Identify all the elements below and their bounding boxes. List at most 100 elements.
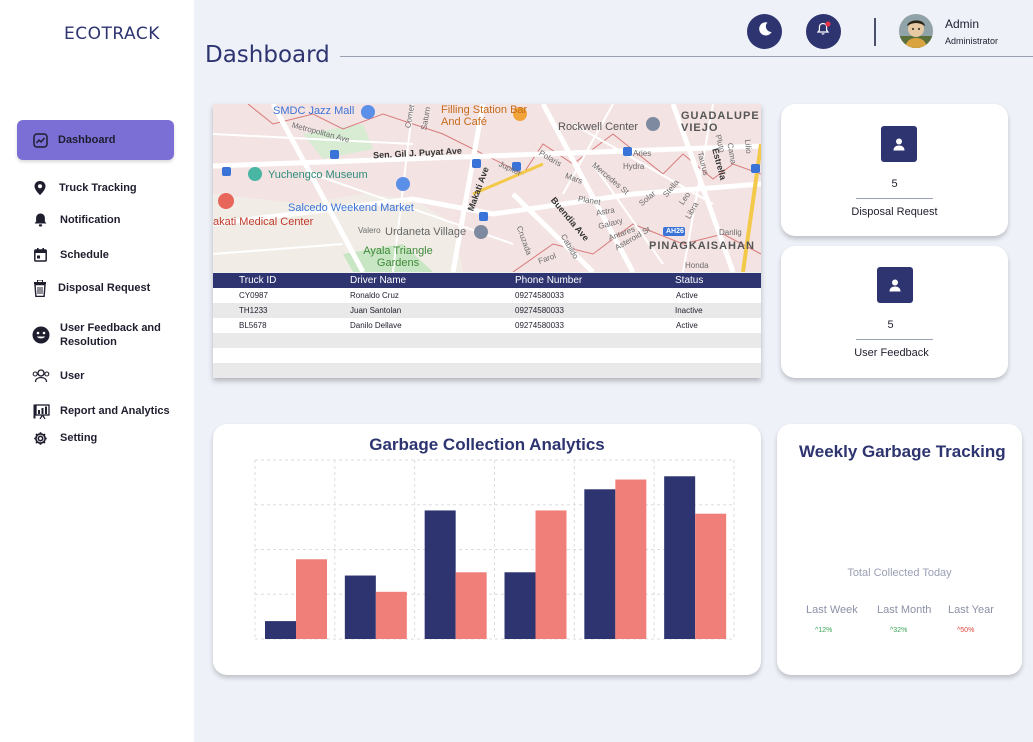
user-feedback-card[interactable]: 5 User Feedback <box>781 246 1008 378</box>
location-pin-icon <box>32 180 48 196</box>
map-label: Rockwell Center <box>558 121 639 133</box>
user-feedback-count: 5 <box>887 319 894 331</box>
sidebar-item-label: User Feedback and Resolution <box>60 322 161 348</box>
sidebar-item-report-analytics[interactable]: Report and Analytics <box>17 403 174 419</box>
table-cell: TH1233 <box>213 303 350 318</box>
bar-series-2-5[interactable] <box>615 479 647 639</box>
table-row[interactable]: TH1233 Juan Santolan 09274580033 Inactiv… <box>213 303 761 318</box>
page-title: Dashboard <box>205 42 330 68</box>
sidebar-item-disposal-request[interactable]: Disposal Request <box>17 279 174 297</box>
disposal-request-card[interactable]: 5 Disposal Request <box>781 104 1008 236</box>
map-label: GUADALUPE VIEJO <box>681 110 760 134</box>
bar-series-2-3[interactable] <box>455 572 487 639</box>
sidebar: ECOTRACK Dashboard Truck Tracking Notifi… <box>0 0 194 742</box>
sidebar-item-label: User <box>60 370 85 382</box>
sidebar-item-label: Notification <box>60 214 121 226</box>
table-cell: Active <box>675 318 761 333</box>
bar-series-1-2[interactable] <box>344 575 376 639</box>
user-badge-icon <box>881 126 917 162</box>
map-label: Ayala Triangle Gardens <box>363 245 433 269</box>
bar-series-2-1[interactable] <box>296 559 327 639</box>
sidebar-item-setting[interactable]: Setting <box>17 430 174 446</box>
disposal-request-label: Disposal Request <box>851 206 938 218</box>
weekly-title: Weekly Garbage Tracking <box>799 442 1006 461</box>
sidebar-item-schedule[interactable]: Schedule <box>17 247 174 263</box>
table-cell: Active <box>675 288 761 303</box>
bar-series-1-5[interactable] <box>584 489 616 639</box>
column-header[interactable]: Phone Number <box>515 273 675 288</box>
period-change: ^50% <box>957 627 975 634</box>
calendar-icon <box>32 247 48 263</box>
table-cell: Danilo Dellave <box>350 318 515 333</box>
title-divider <box>340 56 1033 57</box>
disposal-request-count: 5 <box>891 178 898 190</box>
period-change: ^12% <box>815 627 833 634</box>
map-label: PINAGKAISAHAN <box>649 240 755 252</box>
bar-series-1-1[interactable] <box>265 621 296 639</box>
weekly-tracking-card: Weekly Garbage Tracking Total Collected … <box>777 424 1022 675</box>
theme-toggle-button[interactable] <box>747 14 782 49</box>
map-label: AH26 <box>666 228 684 235</box>
avatar[interactable] <box>899 14 933 48</box>
sidebar-item-label: Report and Analytics <box>60 405 170 417</box>
sidebar-item-user-feedback[interactable]: User Feedback and Resolution <box>17 320 174 350</box>
dashboard-icon <box>32 132 48 148</box>
bar-series-2-2[interactable] <box>375 591 407 639</box>
report-icon <box>32 403 50 419</box>
sidebar-item-label: Disposal Request <box>58 282 151 294</box>
table-row[interactable]: BL5678 Danilo Dellave 09274580033 Active <box>213 318 761 333</box>
table-row[interactable]: CY0987 Ronaldo Cruz 09274580033 Active <box>213 288 761 303</box>
bar-series-1-4[interactable] <box>504 572 536 639</box>
table-cell: CY0987 <box>213 288 350 303</box>
trash-bin-icon <box>32 279 48 297</box>
table-cell: BL5678 <box>213 318 350 333</box>
map-label: Hydra <box>623 162 645 171</box>
moon-icon <box>757 21 773 42</box>
table-header-row: Truck ID Driver Name Phone Number Status <box>213 273 761 288</box>
smiley-icon <box>32 326 50 344</box>
sidebar-item-label: Setting <box>60 432 98 444</box>
bar-series-2-4[interactable] <box>535 510 567 639</box>
map-label: Salcedo Weekend Market <box>288 202 414 214</box>
sidebar-item-truck-tracking[interactable]: Truck Tracking <box>17 180 174 196</box>
garbage-analytics-card: Garbage Collection Analytics <box>213 424 761 675</box>
bar-series-1-3[interactable] <box>424 510 456 639</box>
map-label: Danlig <box>719 228 742 237</box>
truck-map[interactable]: SMDC Jazz Mall Filling Station Bar And C… <box>213 104 761 272</box>
notification-button[interactable] <box>806 14 841 49</box>
map-label: SMDC Jazz Mall <box>273 105 355 117</box>
table-cell: Ronaldo Cruz <box>350 288 515 303</box>
column-header[interactable]: Driver Name <box>350 273 515 288</box>
table-cell: 09274580033 <box>515 288 675 303</box>
stat-divider <box>856 198 933 199</box>
user-role: Administrator <box>945 36 999 46</box>
table-row-empty <box>213 363 761 378</box>
sidebar-item-dashboard[interactable]: Dashboard <box>17 120 174 160</box>
table-cell: Juan Santolan <box>350 303 515 318</box>
table-row-empty <box>213 333 761 348</box>
map-label: Lilio <box>743 139 754 154</box>
bar-series-2-6[interactable] <box>695 513 727 639</box>
table-row-empty <box>213 348 761 363</box>
truck-map-card: SMDC Jazz Mall Filling Station Bar And C… <box>213 104 761 378</box>
sidebar-item-user[interactable]: User <box>17 368 174 384</box>
map-label: Honda <box>685 261 709 270</box>
user-badge-icon <box>877 267 913 303</box>
table-cell: Inactive <box>675 303 761 318</box>
period-label: Last Week <box>806 604 858 616</box>
bar-chart <box>254 459 735 640</box>
bar-series-1-6[interactable] <box>664 476 696 639</box>
users-icon <box>32 368 50 384</box>
table-cell: 09274580033 <box>515 303 675 318</box>
map-label: Urdaneta Village <box>385 226 467 238</box>
column-header[interactable]: Status <box>675 273 761 288</box>
user-name: Admin <box>945 17 980 31</box>
truck-table: Truck ID Driver Name Phone Number Status… <box>213 273 761 378</box>
map-label: Yuchengco Museum <box>268 169 368 181</box>
stat-divider <box>856 339 933 340</box>
bell-icon <box>32 212 48 228</box>
sidebar-item-label: Dashboard <box>58 134 116 146</box>
total-collected-label: Total Collected Today <box>847 567 952 579</box>
column-header[interactable]: Truck ID <box>213 273 350 288</box>
sidebar-item-notification[interactable]: Notification <box>17 212 174 228</box>
